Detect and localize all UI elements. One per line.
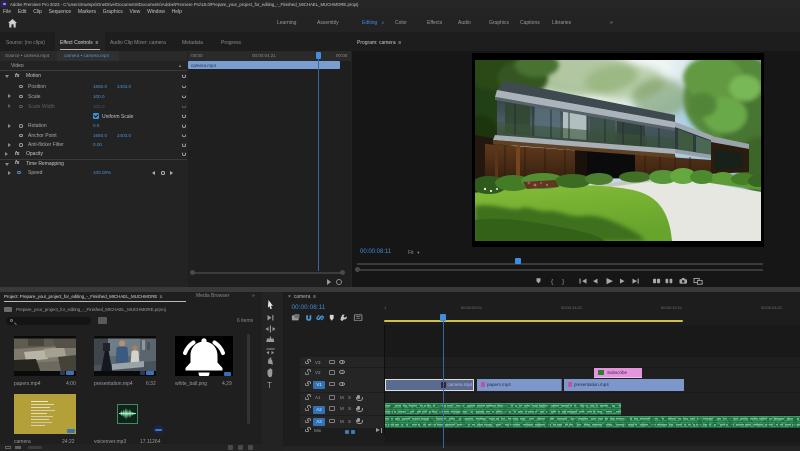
svg-text:}: } — [562, 279, 565, 285]
svg-text:{: { — [551, 279, 554, 285]
svg-text:T: T — [267, 381, 272, 390]
